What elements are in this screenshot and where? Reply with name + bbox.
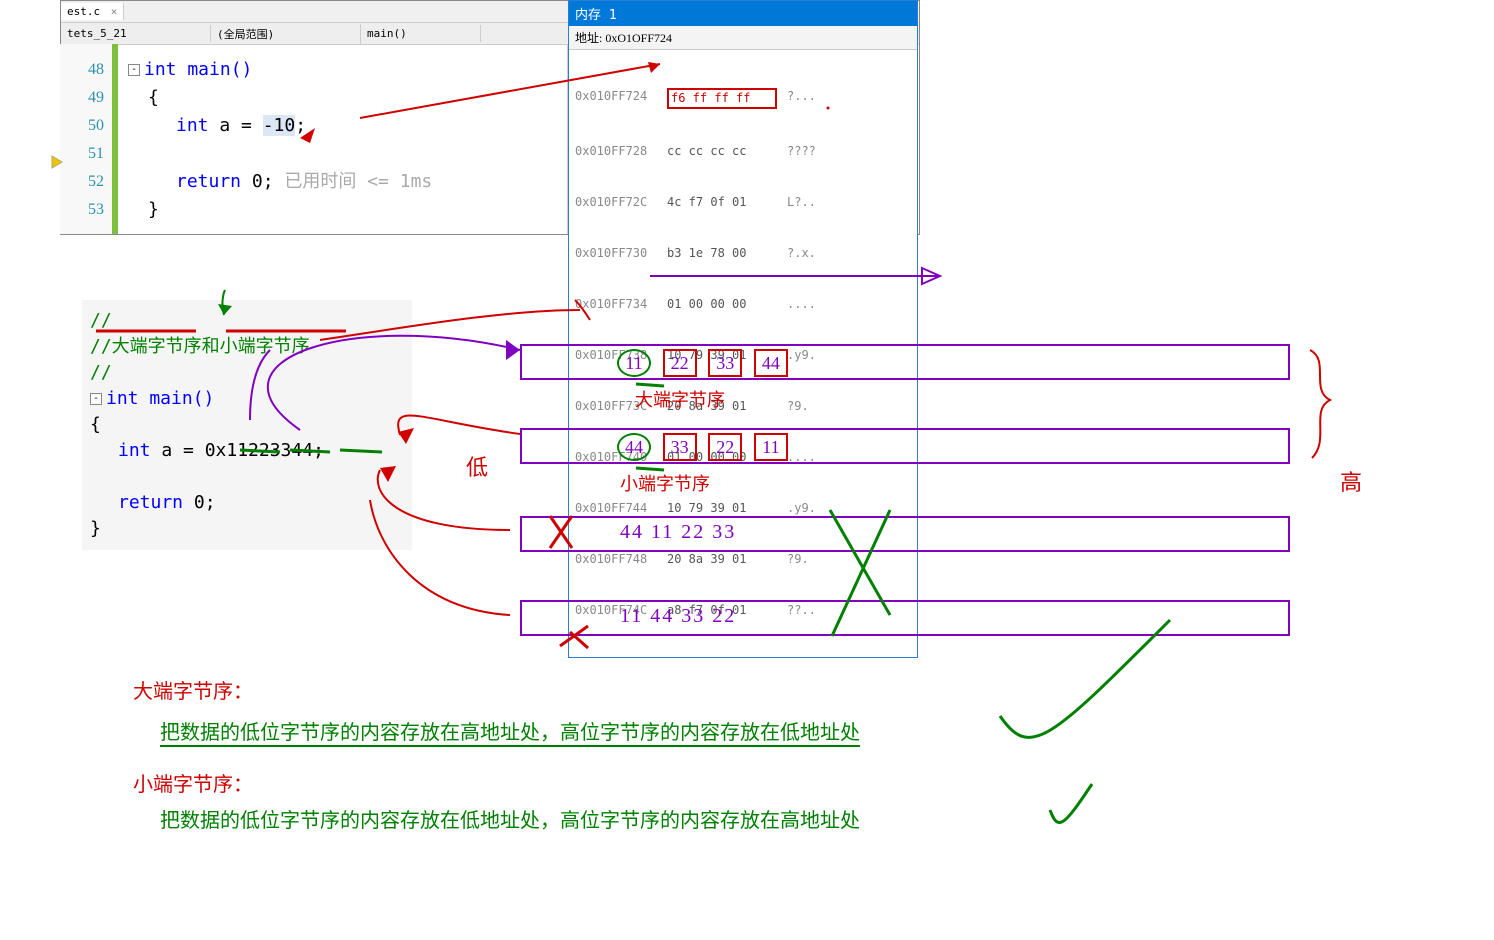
highlighted-bytes: f6 ff ff ff [667,88,777,109]
invalid-bytes-2: 11 44 33 22 [620,605,736,628]
memory-address-row: 地址: 0xO1OFF724 [569,26,917,50]
little-endian-label: 小端字节序 [620,470,710,496]
code-editor[interactable]: 484950515253 -int main() { int a = -10; … [60,44,568,234]
fold-icon[interactable]: - [90,393,102,405]
big-endian-label: 大端字节序 [635,386,725,412]
scope-combo-right[interactable]: main() [361,25,481,42]
close-icon[interactable]: × [111,5,118,18]
file-tab[interactable]: est.c × [61,3,124,20]
file-tab-label: est.c [67,5,100,18]
scope-combo-left[interactable]: tets_5_21 [61,25,211,42]
invalid-bytes-1: 44 11 22 33 [620,521,736,544]
lane-big-endian: 11 22 33 44 [520,344,1290,380]
scope-combo-mid[interactable]: (全局范围) [211,24,361,44]
big-endian-heading: 大端字节序： [133,675,253,704]
addr-label: 地址: [575,31,602,45]
low-label: 低 [466,450,488,482]
little-endian-heading: 小端字节序： [133,768,253,797]
code-snippet-endian: // //大端字节序和小端字节序 // -int main() { int a … [82,300,412,550]
line-gutter: 484950515253 [60,44,112,234]
code-body: -int main() { int a = -10; return 0; 已用时… [118,44,442,234]
little-endian-desc: 把数据的低位字节序的内容存放在低地址处，高位字节序的内容存放在高地址处 [160,804,860,833]
memory-title: 内存 1 [569,1,917,26]
fold-icon[interactable]: - [128,64,140,76]
addr-value[interactable]: 0xO1OFF724 [605,31,672,45]
lane-little-endian: 44 33 22 11 [520,428,1290,464]
memory-panel: 内存 1 地址: 0xO1OFF724 0x010FF724f6 ff ff f… [568,0,918,658]
big-endian-desc: 把数据的低位字节序的内容存放在高地址处，高位字节序的内容存放在低地址处 [160,716,860,747]
high-label: 高 [1340,465,1362,497]
